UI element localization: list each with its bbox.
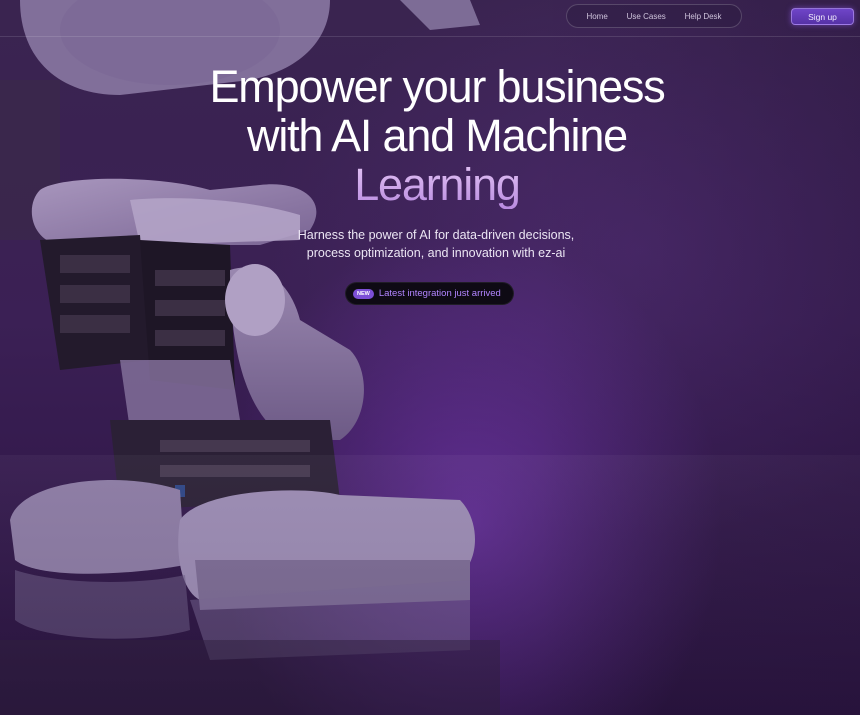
top-nav: Home Use Cases Help Desk (566, 4, 742, 28)
hero-subtitle: Harness the power of AI for data-driven … (236, 226, 636, 262)
announcement-badge[interactable]: NEW Latest integration just arrived (345, 282, 514, 305)
header-divider (0, 36, 860, 37)
landing-page: Home Use Cases Help Desk Sign up Empower… (0, 0, 860, 715)
nav-link-use-cases[interactable]: Use Cases (627, 12, 666, 21)
hero-title: Empower your business with AI and Machin… (130, 62, 744, 209)
hero-title-line-2: with AI and Machine (247, 110, 628, 161)
hero-title-accent: Learning (130, 160, 744, 209)
hero-subtitle-line-1: Harness the power of AI for data-driven … (297, 228, 575, 242)
announcement-text: Latest integration just arrived (378, 288, 501, 299)
nav-link-home[interactable]: Home (586, 12, 607, 21)
signup-button[interactable]: Sign up (791, 8, 854, 25)
hero-subtitle-line-2: process optimization, and innovation wit… (306, 246, 566, 260)
hero-title-line-1: Empower your business (209, 61, 665, 112)
nav-link-help-desk[interactable]: Help Desk (685, 12, 722, 21)
new-tag: NEW (353, 288, 374, 299)
